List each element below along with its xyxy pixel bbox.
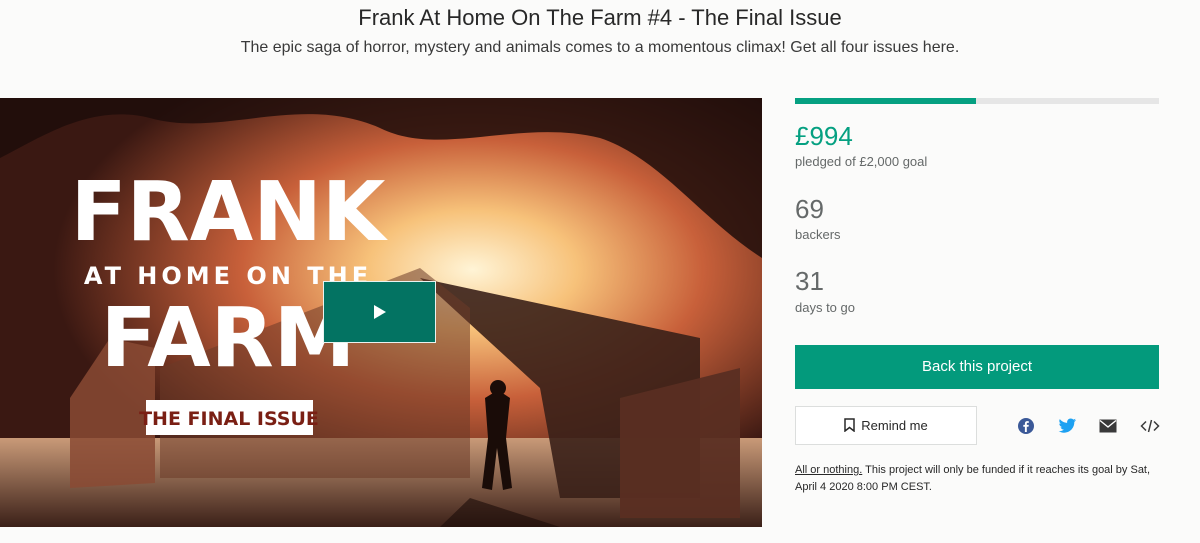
play-button[interactable] [323, 281, 436, 343]
funding-progress-bar [795, 98, 1159, 104]
project-title: Frank At Home On The Farm #4 - The Final… [358, 5, 842, 30]
days-to-go-count: 31 [795, 266, 824, 296]
embed-icon [1140, 419, 1160, 433]
project-video[interactable]: FRANK AT HOME ON THE FARM THE FINAL ISSU… [0, 98, 762, 527]
backers-count: 69 [795, 194, 824, 224]
play-icon [374, 305, 386, 319]
twitter-icon [1058, 418, 1076, 433]
embed-button[interactable] [1140, 417, 1160, 435]
pledged-label: pledged of £2,000 goal [795, 154, 928, 169]
funding-progress-fill [795, 98, 976, 104]
pledged-amount: £994 [795, 121, 853, 151]
email-share-button[interactable] [1099, 417, 1119, 435]
backers-label: backers [795, 227, 841, 242]
funding-terms-note: All or nothing. This project will only b… [795, 462, 1165, 496]
project-subtitle: The epic saga of horror, mystery and ani… [240, 39, 960, 56]
days-to-go-label: days to go [795, 300, 855, 315]
all-or-nothing-link[interactable]: All or nothing. [795, 464, 862, 476]
art-title-line1: FRANK [71, 165, 389, 260]
bookmark-icon [844, 418, 856, 432]
remind-me-button[interactable]: Remind me [795, 406, 977, 445]
art-title-line3: FARM [101, 291, 356, 386]
art-badge-text: THE FINAL ISSUE [139, 408, 319, 430]
facebook-share-button[interactable] [1017, 417, 1037, 435]
twitter-share-button[interactable] [1058, 417, 1078, 435]
email-icon [1099, 419, 1117, 433]
remind-me-label: Remind me [861, 418, 928, 433]
facebook-icon [1018, 418, 1034, 434]
project-header: Frank At Home On The Farm #4 - The Final… [0, 0, 1200, 98]
back-this-project-button[interactable]: Back this project [795, 345, 1159, 389]
